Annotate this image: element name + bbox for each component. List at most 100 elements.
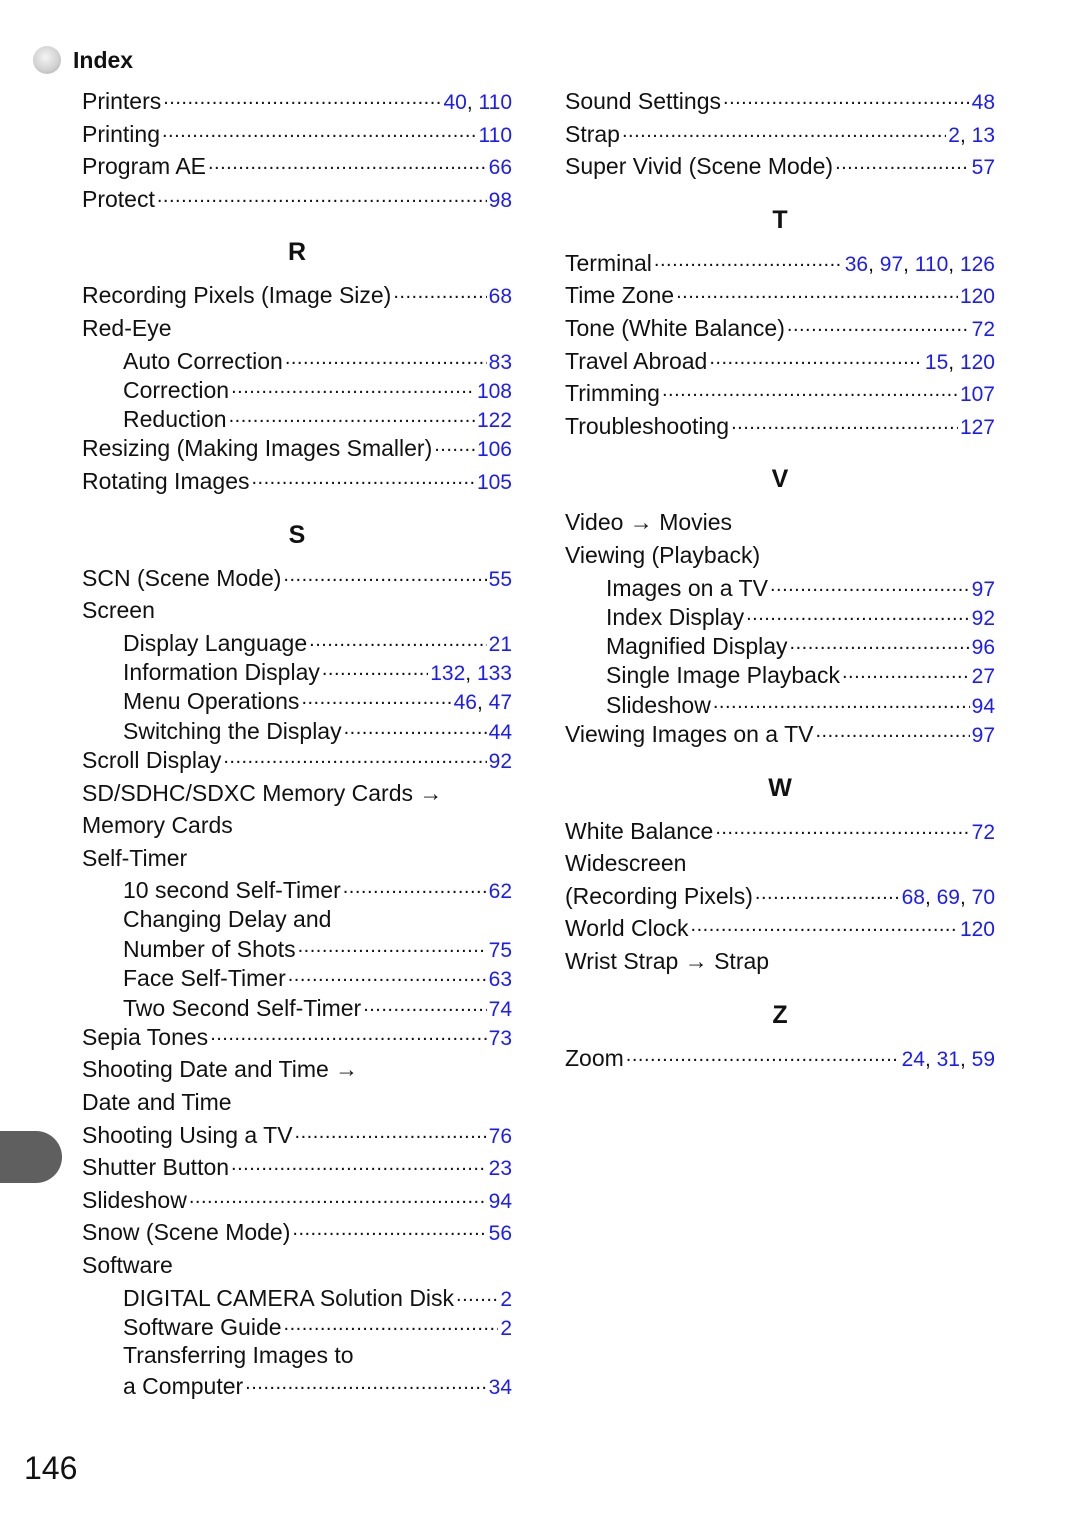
page-ref-link[interactable]: 83 (489, 351, 512, 374)
dot-leader (691, 913, 958, 936)
page-ref-link[interactable]: 94 (972, 695, 995, 718)
page-ref-link[interactable]: 110 (479, 124, 512, 147)
page-ref-link[interactable]: 13 (972, 124, 995, 147)
page-ref-link[interactable]: 75 (489, 939, 512, 962)
page-ref-link[interactable]: 127 (960, 416, 995, 439)
page-ref-link[interactable]: 21 (489, 633, 512, 656)
page-ref-link[interactable]: 70 (972, 886, 995, 909)
index-entry: Program AE 66 (82, 151, 512, 184)
dot-leader (393, 280, 486, 303)
page-ref-link[interactable]: 31 (937, 1048, 960, 1071)
page-ref-link[interactable]: 24 (902, 1048, 925, 1071)
index-entry: Rotating Images 105 (82, 466, 512, 499)
page-ref-link[interactable]: 126 (960, 253, 995, 276)
page-ref-link[interactable]: 68 (902, 886, 925, 909)
page-ref-link[interactable]: 56 (489, 1222, 512, 1245)
page-ref-link[interactable]: 48 (972, 91, 995, 114)
page-ref-link[interactable]: 72 (972, 318, 995, 341)
page-refs: 27 (972, 662, 995, 691)
page-ref-link[interactable]: 105 (477, 471, 512, 494)
page-ref-link[interactable]: 2 (500, 1317, 512, 1340)
page-ref-link[interactable]: 97 (972, 578, 995, 601)
letter-heading: R (287, 238, 307, 267)
page-ref-link[interactable]: 59 (972, 1048, 995, 1071)
page-ref-link[interactable]: 98 (489, 189, 512, 212)
page-refs: 72 (972, 315, 995, 345)
page-ref-link[interactable]: 74 (489, 998, 512, 1021)
page-ref-link[interactable]: 133 (477, 662, 512, 685)
page-ref-link[interactable]: 27 (972, 665, 995, 688)
dot-leader (309, 628, 487, 651)
page-ref-link[interactable]: 34 (489, 1376, 512, 1399)
page-ref-link[interactable]: 92 (489, 750, 512, 773)
dot-leader (285, 346, 487, 369)
index-term: Trimming (565, 380, 660, 407)
page-ref-link[interactable]: 120 (960, 351, 995, 374)
page-ref-link[interactable]: 73 (489, 1027, 512, 1050)
page-ref-link[interactable]: 76 (489, 1125, 512, 1148)
dot-leader (231, 1152, 487, 1175)
index-term: Software (82, 1252, 173, 1279)
page-ref-link[interactable]: 120 (960, 918, 995, 941)
page-refs: 110 (479, 121, 512, 151)
page-ref-link[interactable]: 66 (489, 156, 512, 179)
index-entry: World Clock 120 (565, 913, 995, 946)
dot-leader (715, 816, 969, 839)
page-ref-link[interactable]: 2 (948, 124, 960, 147)
page-ref-link[interactable]: 47 (489, 691, 512, 714)
index-term: Tone (White Balance) (565, 314, 785, 341)
page-ref-link[interactable]: 55 (489, 568, 512, 591)
index-entry: Viewing Images on a TV 97 (565, 719, 995, 752)
page-ref-link[interactable]: 110 (479, 91, 512, 114)
index-term: Auto Correction (123, 347, 283, 374)
page-ref-link[interactable]: 23 (489, 1157, 512, 1180)
page-ref-link[interactable]: 92 (972, 607, 995, 630)
page-ref-separator: , (948, 350, 960, 374)
page-refs: 68, 69, 70 (902, 883, 995, 913)
page-ref-link[interactable]: 62 (489, 880, 512, 903)
index-term: Sepia Tones (82, 1023, 209, 1050)
index-subentry: Menu Operations 46, 47 (82, 686, 512, 715)
letter-heading: W (768, 773, 792, 802)
index-entry: Date and Time (82, 1087, 512, 1120)
page-ref-link[interactable]: 94 (489, 1190, 512, 1213)
page-ref-link[interactable]: 97 (880, 253, 903, 276)
page-ref-link[interactable]: 2 (500, 1288, 512, 1311)
page-ref-link[interactable]: 69 (937, 886, 960, 909)
page-ref-link[interactable]: 120 (960, 285, 995, 308)
page-ref-link[interactable]: 68 (489, 285, 512, 308)
index-entry: Snow (Scene Mode) 56 (82, 1217, 512, 1250)
index-entry: Trimming 107 (565, 378, 995, 411)
index-term: Information Display (123, 659, 320, 686)
page-ref-link[interactable]: 44 (489, 721, 512, 744)
index-term: SD/SDHC/SDXC Memory Cards → (82, 779, 443, 806)
page-ref-link[interactable]: 122 (477, 409, 512, 432)
dot-leader (815, 719, 969, 742)
page-ref-link[interactable]: 106 (477, 438, 512, 461)
page-ref-link[interactable]: 110 (915, 253, 948, 276)
page-ref-link[interactable]: 63 (489, 968, 512, 991)
page-ref-link[interactable]: 107 (960, 383, 995, 406)
index-term: a Computer (123, 1372, 244, 1399)
page-ref-link[interactable]: 46 (454, 691, 477, 714)
index-term: Face Self-Timer (123, 965, 286, 992)
dot-leader (662, 378, 958, 401)
index-term: Reduction (123, 406, 227, 433)
page-refs: 44 (489, 718, 512, 747)
page-refs: 40, 110 (443, 88, 512, 118)
page-ref-link[interactable]: 40 (443, 91, 466, 114)
dot-leader (301, 686, 451, 709)
page-ref-link[interactable]: 36 (845, 253, 868, 276)
page-ref-link[interactable]: 15 (925, 351, 948, 374)
index-subentry: Index Display 92 (565, 602, 995, 631)
page-ref-link[interactable]: 108 (477, 380, 512, 403)
page-ref-link[interactable]: 97 (972, 724, 995, 747)
page-ref-link[interactable]: 96 (972, 636, 995, 659)
index-term: Snow (Scene Mode) (82, 1219, 291, 1246)
page-ref-link[interactable]: 132 (430, 662, 465, 685)
page-ref-link[interactable]: 72 (972, 821, 995, 844)
page-ref-link[interactable]: 57 (972, 156, 995, 179)
index-term: Video → Movies (565, 509, 733, 536)
index-term: Two Second Self-Timer (123, 994, 362, 1021)
index-term: Slideshow (82, 1186, 187, 1213)
